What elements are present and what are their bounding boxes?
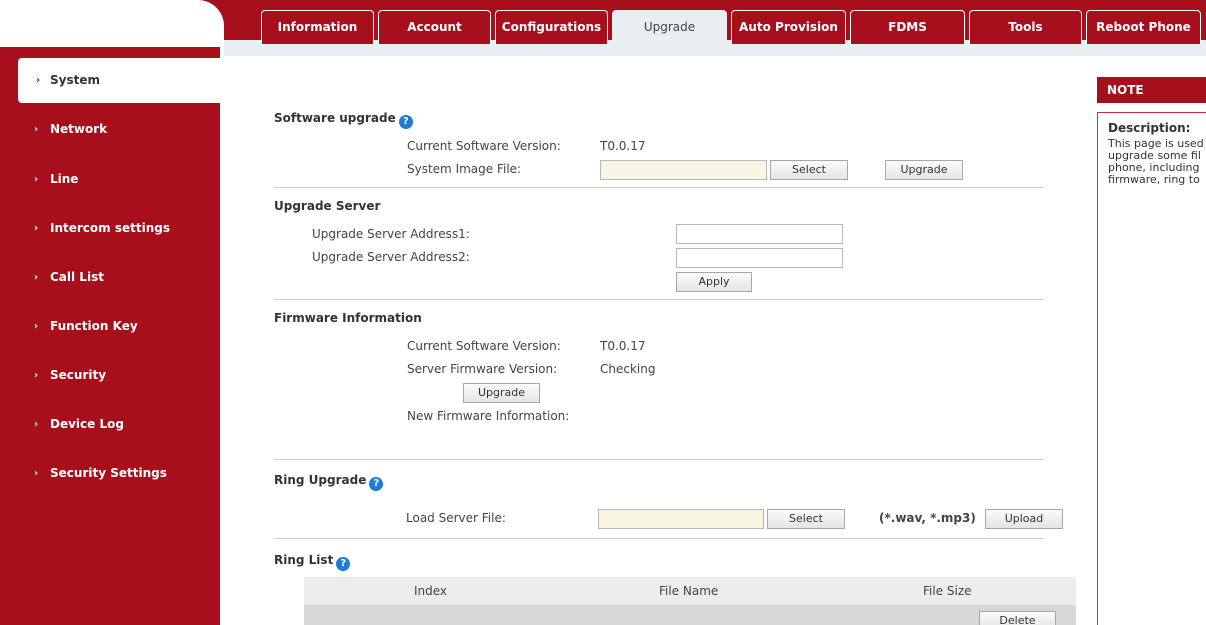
ring-list-title: Ring List xyxy=(274,553,334,567)
ring-file-formats: (*.wav, *.mp3) xyxy=(879,511,976,525)
upgrade-server-address1-label: Upgrade Server Address1: xyxy=(312,227,470,241)
section-divider xyxy=(274,538,1044,539)
column-header-index: Index xyxy=(414,584,448,598)
upgrade-server-address2-label: Upgrade Server Address2: xyxy=(312,250,470,264)
ring-list-table-header: Index File Name File Size xyxy=(304,577,1076,605)
software-upgrade-title: Software upgrade xyxy=(274,111,396,125)
help-icon[interactable]: ? xyxy=(398,115,413,129)
server-firmware-version-value: Checking xyxy=(600,362,656,376)
current-software-version-label: Current Software Version: xyxy=(407,139,561,153)
note-header: NOTE xyxy=(1097,77,1206,103)
upgrade-server-address2-input[interactable] xyxy=(676,248,843,268)
tab-information[interactable]: Information xyxy=(261,10,374,44)
new-firmware-information-label: New Firmware Information: xyxy=(407,409,570,423)
sidebar-item-label: System xyxy=(50,73,100,87)
sidebar-item-security[interactable]: › Security xyxy=(0,353,220,398)
sidebar-item-device-log[interactable]: › Device Log xyxy=(0,402,220,447)
tab-upgrade[interactable]: Upgrade xyxy=(612,10,727,48)
current-software-version-value: T0.0.17 xyxy=(600,139,646,153)
tab-account[interactable]: Account xyxy=(378,10,491,44)
chevron-right-icon: › xyxy=(36,75,41,86)
main-content: Software upgrade? Current Software Versi… xyxy=(224,56,1206,625)
sidebar-item-security-settings[interactable]: › Security Settings xyxy=(0,451,220,496)
tab-reboot-phone[interactable]: Reboot Phone xyxy=(1086,10,1201,44)
column-header-file-size: File Size xyxy=(923,584,972,598)
ring-list-action-row: Delete xyxy=(304,605,1076,625)
chevron-right-icon: › xyxy=(34,272,39,283)
select-ring-file-button[interactable]: Select xyxy=(767,509,845,529)
ring-list-heading: Ring List? xyxy=(274,553,351,571)
load-server-file-field[interactable] xyxy=(598,509,764,529)
load-server-file-label: Load Server File: xyxy=(406,511,506,525)
sidebar-item-label: Network xyxy=(50,122,108,136)
chevron-right-icon: › xyxy=(34,419,39,430)
firmware-information-heading: Firmware Information xyxy=(274,311,422,325)
sidebar-item-label: Line xyxy=(50,172,79,186)
sidebar-item-label: Security Settings xyxy=(50,466,167,480)
tab-configurations[interactable]: Configurations xyxy=(495,10,608,44)
delete-ring-button[interactable]: Delete xyxy=(979,611,1056,625)
sidebar-item-network[interactable]: › Network xyxy=(0,107,220,152)
chevron-right-icon: › xyxy=(34,174,39,185)
section-divider xyxy=(274,299,1044,300)
chevron-right-icon: › xyxy=(34,124,39,135)
sidebar-item-function-key[interactable]: › Function Key xyxy=(0,304,220,349)
apply-button[interactable]: Apply xyxy=(676,272,752,292)
chevron-right-icon: › xyxy=(34,468,39,479)
select-image-button[interactable]: Select xyxy=(770,160,848,180)
chevron-right-icon: › xyxy=(34,321,39,332)
firmware-current-version-value: T0.0.17 xyxy=(600,339,646,353)
help-icon[interactable]: ? xyxy=(336,557,351,571)
tab-fdms[interactable]: FDMS xyxy=(850,10,965,44)
software-upgrade-heading: Software upgrade? xyxy=(274,111,413,129)
firmware-current-version-label: Current Software Version: xyxy=(407,339,561,353)
system-image-file-label: System Image File: xyxy=(407,162,522,176)
sidebar-item-label: Function Key xyxy=(50,319,138,333)
sidebar-item-call-list[interactable]: › Call List xyxy=(0,255,220,300)
note-description-title: Description: xyxy=(1108,121,1191,135)
ring-upgrade-heading: Ring Upgrade? xyxy=(274,473,384,491)
upload-ring-button[interactable]: Upload xyxy=(985,509,1063,529)
sidebar-item-label: Intercom settings xyxy=(50,221,170,235)
note-panel: Description: This page is used upgrade s… xyxy=(1097,112,1206,625)
section-divider xyxy=(274,187,1044,188)
server-firmware-version-label: Server Firmware Version: xyxy=(407,362,558,376)
help-icon[interactable]: ? xyxy=(369,477,384,491)
software-upgrade-button[interactable]: Upgrade xyxy=(885,160,963,180)
ring-upgrade-title: Ring Upgrade xyxy=(274,473,367,487)
sidebar-item-label: Call List xyxy=(50,270,104,284)
sidebar-item-system[interactable]: › System xyxy=(18,58,220,103)
chevron-right-icon: › xyxy=(34,370,39,381)
upgrade-server-heading: Upgrade Server xyxy=(274,199,381,213)
sidebar-item-intercom-settings[interactable]: › Intercom settings xyxy=(0,206,220,251)
column-header-file-name: File Name xyxy=(659,584,719,598)
firmware-upgrade-button[interactable]: Upgrade xyxy=(463,383,540,403)
section-divider xyxy=(274,459,1044,460)
sidebar-item-label: Security xyxy=(50,368,107,382)
tab-tools[interactable]: Tools xyxy=(969,10,1082,44)
note-description-text: This page is used upgrade some fil phone… xyxy=(1108,137,1204,186)
tab-auto-provision[interactable]: Auto Provision xyxy=(731,10,846,44)
chevron-right-icon: › xyxy=(34,223,39,234)
system-image-file-field[interactable] xyxy=(600,160,767,180)
sidebar-item-label: Device Log xyxy=(50,417,124,431)
sidebar-item-line[interactable]: › Line xyxy=(0,157,220,202)
upgrade-server-address1-input[interactable] xyxy=(676,224,843,244)
